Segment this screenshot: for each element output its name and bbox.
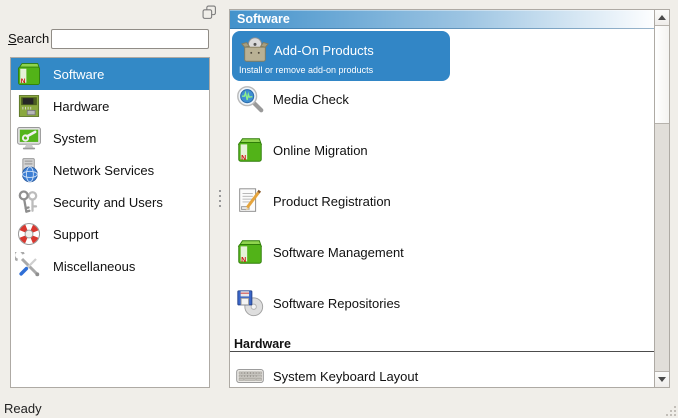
- module-software-management[interactable]: Software Management: [230, 234, 654, 270]
- module-label: Media Check: [273, 92, 349, 107]
- package-icon: [235, 237, 265, 267]
- package-icon: [15, 60, 43, 88]
- scrollbar-thumb[interactable]: [655, 26, 669, 124]
- module-label: Software Repositories: [273, 296, 400, 311]
- module-label: Software Management: [273, 245, 404, 260]
- sidebar-item-label: Network Services: [53, 163, 154, 178]
- sidebar-item-label: System: [53, 131, 96, 146]
- floppy-cd-icon: [235, 288, 265, 318]
- magnifier-disc-icon: [235, 84, 265, 114]
- sidebar-item-hardware[interactable]: Hardware: [11, 90, 209, 122]
- network-globe-icon: [15, 156, 43, 184]
- search-label-accel: S: [8, 31, 17, 46]
- sidebar-item-label: Software: [53, 67, 104, 82]
- sidebar-item-network-services[interactable]: Network Services: [11, 154, 209, 186]
- resize-grip[interactable]: [663, 403, 677, 417]
- module-product-registration[interactable]: Product Registration: [230, 183, 654, 219]
- monitor-wrench-icon: [15, 124, 43, 152]
- module-add-on-products[interactable]: Add-On Products Install or remove add-on…: [232, 31, 450, 81]
- addon-box-icon: [240, 35, 270, 65]
- search-label-rest: earch: [17, 31, 50, 46]
- scrollbar-up-button[interactable]: [655, 10, 669, 26]
- circuit-board-icon: [15, 92, 43, 120]
- lifebuoy-icon: [15, 220, 43, 248]
- sidebar-item-support[interactable]: Support: [11, 218, 209, 250]
- module-label: Product Registration: [273, 194, 391, 209]
- status-text: Ready: [4, 401, 42, 416]
- search-label: Search: [8, 31, 49, 46]
- module-online-migration[interactable]: Online Migration: [230, 132, 654, 168]
- module-software-repositories[interactable]: Software Repositories: [230, 285, 654, 321]
- pane-splitter-handle[interactable]: [219, 190, 221, 210]
- sidebar-item-miscellaneous[interactable]: Miscellaneous: [11, 250, 209, 282]
- sidebar-item-software[interactable]: Software: [11, 58, 209, 90]
- module-title: Add-On Products: [274, 43, 374, 58]
- package-icon: [235, 135, 265, 165]
- restore-window-icon[interactable]: [202, 5, 217, 20]
- category-list: Software Hardware System Network Service…: [10, 57, 210, 388]
- scrollbar-down-button[interactable]: [655, 371, 669, 387]
- scrollbar[interactable]: [654, 10, 669, 387]
- module-subtitle: Install or remove add-on products: [239, 65, 373, 75]
- sidebar-item-system[interactable]: System: [11, 122, 209, 154]
- module-list: Software Add-On Products Install or remo…: [230, 10, 654, 387]
- module-system-keyboard-layout[interactable]: System Keyboard Layout: [230, 358, 654, 387]
- search-input[interactable]: [51, 29, 209, 49]
- down-arrow-icon: [658, 377, 666, 382]
- sidebar-item-label: Hardware: [53, 99, 109, 114]
- sidebar-item-label: Miscellaneous: [53, 259, 135, 274]
- sidebar-item-label: Support: [53, 227, 99, 242]
- up-arrow-icon: [658, 15, 666, 20]
- module-panel: Software Add-On Products Install or remo…: [229, 9, 670, 388]
- tools-icon: [15, 252, 43, 280]
- sidebar-item-label: Security and Users: [53, 195, 163, 210]
- module-label: System Keyboard Layout: [273, 369, 418, 384]
- module-label: Online Migration: [273, 143, 368, 158]
- sidebar-item-security-and-users[interactable]: Security and Users: [11, 186, 209, 218]
- keys-icon: [15, 188, 43, 216]
- section-header-hardware: Hardware: [234, 337, 291, 351]
- module-media-check[interactable]: Media Check: [230, 81, 654, 117]
- keyboard-icon: [235, 365, 265, 387]
- group-header-software: Software: [230, 10, 654, 29]
- document-pencil-icon: [235, 186, 265, 216]
- section-divider: [230, 351, 654, 352]
